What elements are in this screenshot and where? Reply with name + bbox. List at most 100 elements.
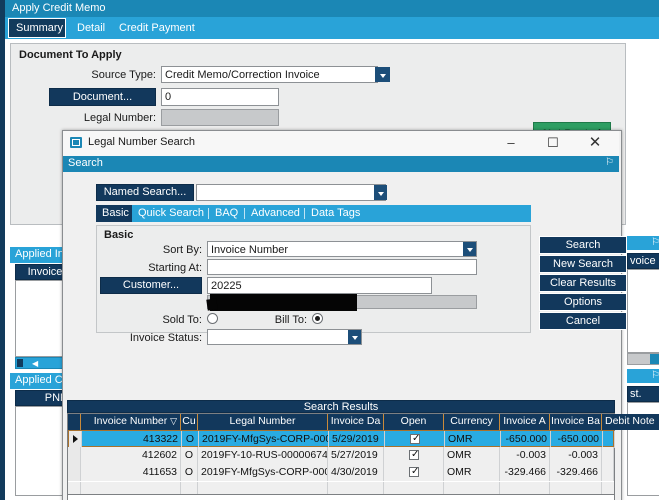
open-checkbox[interactable]: ✓ — [409, 466, 420, 477]
results-col-debit-note[interactable]: Debit Note — [602, 414, 659, 430]
tab-detail[interactable]: Detail — [70, 19, 112, 38]
screen-root: Apply Credit Memo Summary Detail Credit … — [0, 0, 659, 500]
clear-results-button[interactable]: Clear Results — [539, 274, 627, 292]
cell-invoice-balance: -0.003 — [550, 447, 602, 464]
results-col-invoice-balance[interactable]: Invoice Ba — [550, 414, 602, 430]
subtab-baq-label: BAQ — [215, 207, 239, 219]
results-col-indicator — [68, 414, 81, 430]
tab-credit-payment-label: Credit Payment — [119, 22, 195, 34]
starting-at-input[interactable] — [207, 259, 477, 275]
pin-icon-right-bottom[interactable]: ⚐ — [651, 370, 659, 381]
redaction-overlay-tail — [206, 298, 218, 311]
maximize-button[interactable]: ☐ — [533, 131, 573, 155]
new-search-button[interactable]: New Search — [539, 255, 627, 273]
cell-open[interactable]: ✓ — [384, 464, 444, 481]
minimize-button[interactable]: – — [491, 131, 531, 155]
row-indicator — [68, 447, 81, 464]
invoice-status-input[interactable] — [207, 329, 362, 345]
source-type-label: Source Type: — [91, 69, 156, 81]
cell-open[interactable]: ✓ — [385, 431, 445, 448]
bill-to-label: Bill To: — [274, 314, 307, 326]
cell-open[interactable]: ✓ — [384, 447, 444, 464]
app-title: Apply Credit Memo — [12, 2, 106, 14]
named-search-input[interactable] — [196, 184, 386, 201]
results-col-legal-number-label: Legal Number — [229, 415, 296, 427]
invoice-balance-scroll-right-arrow[interactable] — [650, 354, 659, 364]
results-col-invoice-number[interactable]: Invoice Number ▽ — [81, 414, 181, 430]
invoice-status-label: Invoice Status: — [129, 332, 202, 344]
source-type-dropdown-arrow[interactable] — [375, 67, 390, 82]
document-input[interactable]: 0 — [161, 88, 279, 106]
subtab-quick-search-label: Quick Search — [138, 207, 205, 219]
tab-detail-label: Detail — [77, 22, 106, 34]
dialog-search-bar-label: Search — [68, 157, 103, 169]
open-checkbox[interactable]: ✓ — [409, 449, 419, 460]
applied-invoices-column-label: Invoice — [27, 266, 63, 278]
sort-by-dropdown-arrow[interactable] — [463, 242, 476, 256]
results-col-open[interactable]: Open — [384, 414, 444, 430]
applied-invoices-scroll-left-arrow[interactable]: ◀ — [32, 359, 38, 368]
table-row[interactable]: 413322 O 2019FY-MfgSys-CORP-0000 5/29/20… — [68, 430, 615, 448]
table-row[interactable]: 412602 O 2019FY-10-RUS-000006747 5/27/20… — [68, 447, 614, 464]
named-search-dropdown-arrow[interactable] — [374, 185, 387, 200]
cell-invoice-date: 4/30/2019 — [328, 464, 384, 481]
subtab-data-tags[interactable]: Data Tags — [305, 205, 366, 222]
app-tab-strip: Summary Detail Credit Payment — [5, 17, 659, 39]
search-button[interactable]: Search — [539, 236, 627, 254]
document-button[interactable]: Document... — [49, 88, 156, 106]
row-pointer-icon — [73, 435, 78, 443]
row-indicator-current — [69, 431, 82, 448]
cell-cu: O — [181, 464, 198, 481]
redaction-overlay — [210, 294, 357, 311]
checkmark-icon: ✓ — [412, 433, 421, 444]
sort-descending-icon: ▽ — [170, 416, 177, 426]
invoice-balance-hscrollbar[interactable] — [627, 353, 659, 365]
cell-invoice-balance: -650.000 — [551, 431, 603, 448]
cell-legal-number: 2019FY-MfgSys-CORP-0000 — [198, 464, 328, 481]
results-col-legal-number[interactable]: Legal Number — [198, 414, 328, 430]
sold-to-label: Sold To: — [162, 314, 202, 326]
customer-lookup-button[interactable]: Customer... — [100, 277, 202, 294]
applied-invoices-scroll-thumb[interactable] — [17, 359, 23, 367]
sold-to-radio[interactable] — [207, 313, 218, 324]
invoice-balance-column-header[interactable]: voice Ba — [627, 253, 659, 281]
legal-number-search-dialog: Legal Number Search – ☐ ✕ Search ⚐ Named… — [62, 130, 659, 500]
results-col-invoice-date[interactable]: Invoice Da — [328, 414, 384, 430]
subtab-data-tags-label: Data Tags — [311, 207, 361, 219]
pin-icon-dialog[interactable]: ⚐ — [605, 157, 614, 168]
invoice-balance-pin-bar: ⚐ — [627, 236, 659, 250]
cancel-button[interactable]: Cancel — [539, 312, 627, 330]
options-button[interactable]: Options — [539, 293, 627, 311]
checkmark-icon: ✓ — [411, 466, 420, 477]
cell-currency: OMR — [444, 464, 500, 481]
window-icon — [70, 137, 82, 148]
results-col-currency[interactable]: Currency — [444, 414, 500, 430]
pin-icon-right-top[interactable]: ⚐ — [651, 237, 659, 248]
sort-by-label: Sort By: — [162, 244, 202, 256]
search-results-grid: Invoice Number ▽ Cu Legal Number Invoice… — [67, 413, 659, 495]
source-type-input[interactable]: Credit Memo/Correction Invoice — [161, 66, 378, 83]
subtab-quick-search[interactable]: Quick Search — [132, 205, 210, 222]
row-indicator — [68, 464, 81, 481]
subtab-baq[interactable]: BAQ — [209, 205, 244, 222]
cust-balance-column-header[interactable]: st. Balan — [627, 386, 659, 414]
subtab-basic[interactable]: Basic — [96, 205, 132, 222]
invoice-status-dropdown-arrow[interactable] — [348, 330, 361, 344]
results-col-invoice-amount[interactable]: Invoice A — [500, 414, 550, 430]
search-results-title: Search Results — [67, 400, 615, 413]
customer-code-input[interactable]: 20225 — [207, 277, 432, 294]
cell-invoice-balance: -329.466 — [550, 464, 602, 481]
sort-by-input[interactable]: Invoice Number — [207, 241, 477, 257]
results-col-cu[interactable]: Cu — [181, 414, 198, 430]
cell-cu: O — [182, 431, 199, 448]
subtab-advanced[interactable]: Advanced — [245, 205, 306, 222]
results-col-invoice-amount-label: Invoice A — [503, 415, 546, 427]
open-checkbox[interactable]: ✓ — [410, 433, 421, 444]
named-search-button[interactable]: Named Search... — [96, 184, 194, 201]
tab-summary[interactable]: Summary — [8, 18, 66, 38]
table-row[interactable]: 411653 O 2019FY-MfgSys-CORP-0000 4/30/20… — [68, 464, 614, 481]
bill-to-radio[interactable] — [312, 313, 323, 324]
close-button[interactable]: ✕ — [575, 131, 615, 155]
cell-currency: OMR — [444, 447, 500, 464]
tab-credit-payment[interactable]: Credit Payment — [112, 19, 202, 38]
